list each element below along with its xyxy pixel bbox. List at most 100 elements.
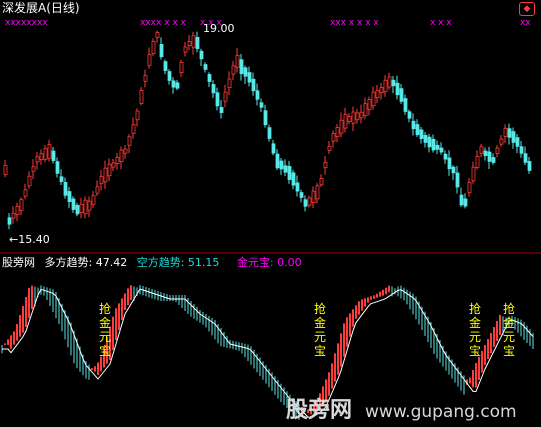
candle-body [359,111,364,119]
candle-body [419,129,424,139]
candle-body [11,212,16,219]
candle-body [383,79,388,93]
candle-body [227,78,232,89]
candle-body [23,189,28,197]
candle-body [199,50,204,60]
candle-body [379,86,384,94]
candle-body [479,146,484,154]
candle-body [311,190,316,204]
candle-body [439,147,444,153]
candle-body [27,175,32,187]
candle-body [303,199,308,207]
candle-body [63,182,68,196]
candle-body [527,161,532,171]
candle-body [451,166,456,174]
candle-body [335,127,340,137]
candle-body [407,111,412,119]
candle-body [211,84,216,94]
signal-char: 宝 [502,344,515,358]
signal-text-3: 抢 金 元 宝 [468,302,482,358]
signal-char: 抢 [468,302,481,316]
signal-char: 元 [98,330,111,344]
candle-body [331,133,336,142]
candle-body [455,172,460,188]
candle-body [315,185,320,200]
candle-body [35,156,40,163]
candle-body [275,153,280,169]
indicator-legend: 股旁网 多方趋势: 47.42 空方趋势: 51.15 金元宝: 0.00 [2,256,302,269]
candlestick-series [3,30,532,230]
candle-body [347,116,352,122]
watermark-url: www.gupang.com [365,402,517,422]
candle-body [299,192,304,198]
candle-body [503,127,508,137]
candle-body [163,61,168,71]
candle-body [123,148,128,154]
signal-char: 金 [313,316,326,330]
candle-body [475,156,480,168]
candle-body [235,54,240,68]
candle-body [127,136,132,146]
signal-text-4: 抢 金 元 宝 [502,302,516,358]
candle-body [47,144,52,159]
candle-body [31,166,36,172]
chart-period: (日线) [46,1,80,15]
candle-body [387,76,392,88]
candle-body [107,163,112,177]
candle-body [219,106,224,114]
candle-body [243,67,248,77]
candle-body [515,137,520,147]
signal-char: 元 [502,330,515,344]
signal-char: 宝 [98,344,111,358]
candle-body [403,98,408,112]
candle-body [391,79,396,87]
candle-body [247,72,252,83]
candle-body [395,82,400,96]
candle-body [495,147,500,154]
candle-body [423,134,428,143]
candle-body [279,160,284,170]
candle-body [143,75,148,82]
bull-trend-value: 47.42 [95,256,128,269]
signal-char: 元 [468,330,481,344]
candle-body [131,124,136,134]
candle-body [119,149,124,162]
candle-body [215,92,220,107]
candle-body [171,80,176,88]
candle-body [351,111,356,124]
candle-body [263,110,268,126]
candle-body [155,32,160,38]
candle-body [55,161,60,174]
candle-body [87,200,92,211]
candle-body [291,172,296,186]
signal-char: 金 [502,316,515,330]
scroll-arrow-icon[interactable]: ◆ [519,2,535,16]
candle-body [307,197,312,206]
candle-body [75,205,80,215]
site-name: 股旁网 [2,256,35,269]
gold-value: 0.00 [277,256,302,269]
candle-body [499,138,504,145]
candle-body [147,54,152,66]
candle-body [363,103,368,117]
candle-body [463,198,468,207]
candle-body [115,156,120,164]
candle-body [151,40,156,55]
watermark: 股旁网 www.gupang.com [286,392,517,424]
candle-body [427,136,432,148]
candle-body [435,144,440,150]
candle-body [207,74,212,82]
candle-body [51,150,56,161]
candle-body [91,195,96,205]
candle-body [367,99,372,110]
candle-body [39,153,44,161]
stock-title: 深发展A(日线) [2,2,80,15]
high-price-label: 19.00 [203,22,235,35]
chart-canvas[interactable] [0,0,541,427]
signal-char: 金 [468,316,481,330]
candle-body [195,37,200,49]
candle-body [19,199,24,211]
signal-text-1: 抢 金 元 宝 [98,302,112,358]
candle-body [79,203,84,213]
candle-body [3,165,8,175]
